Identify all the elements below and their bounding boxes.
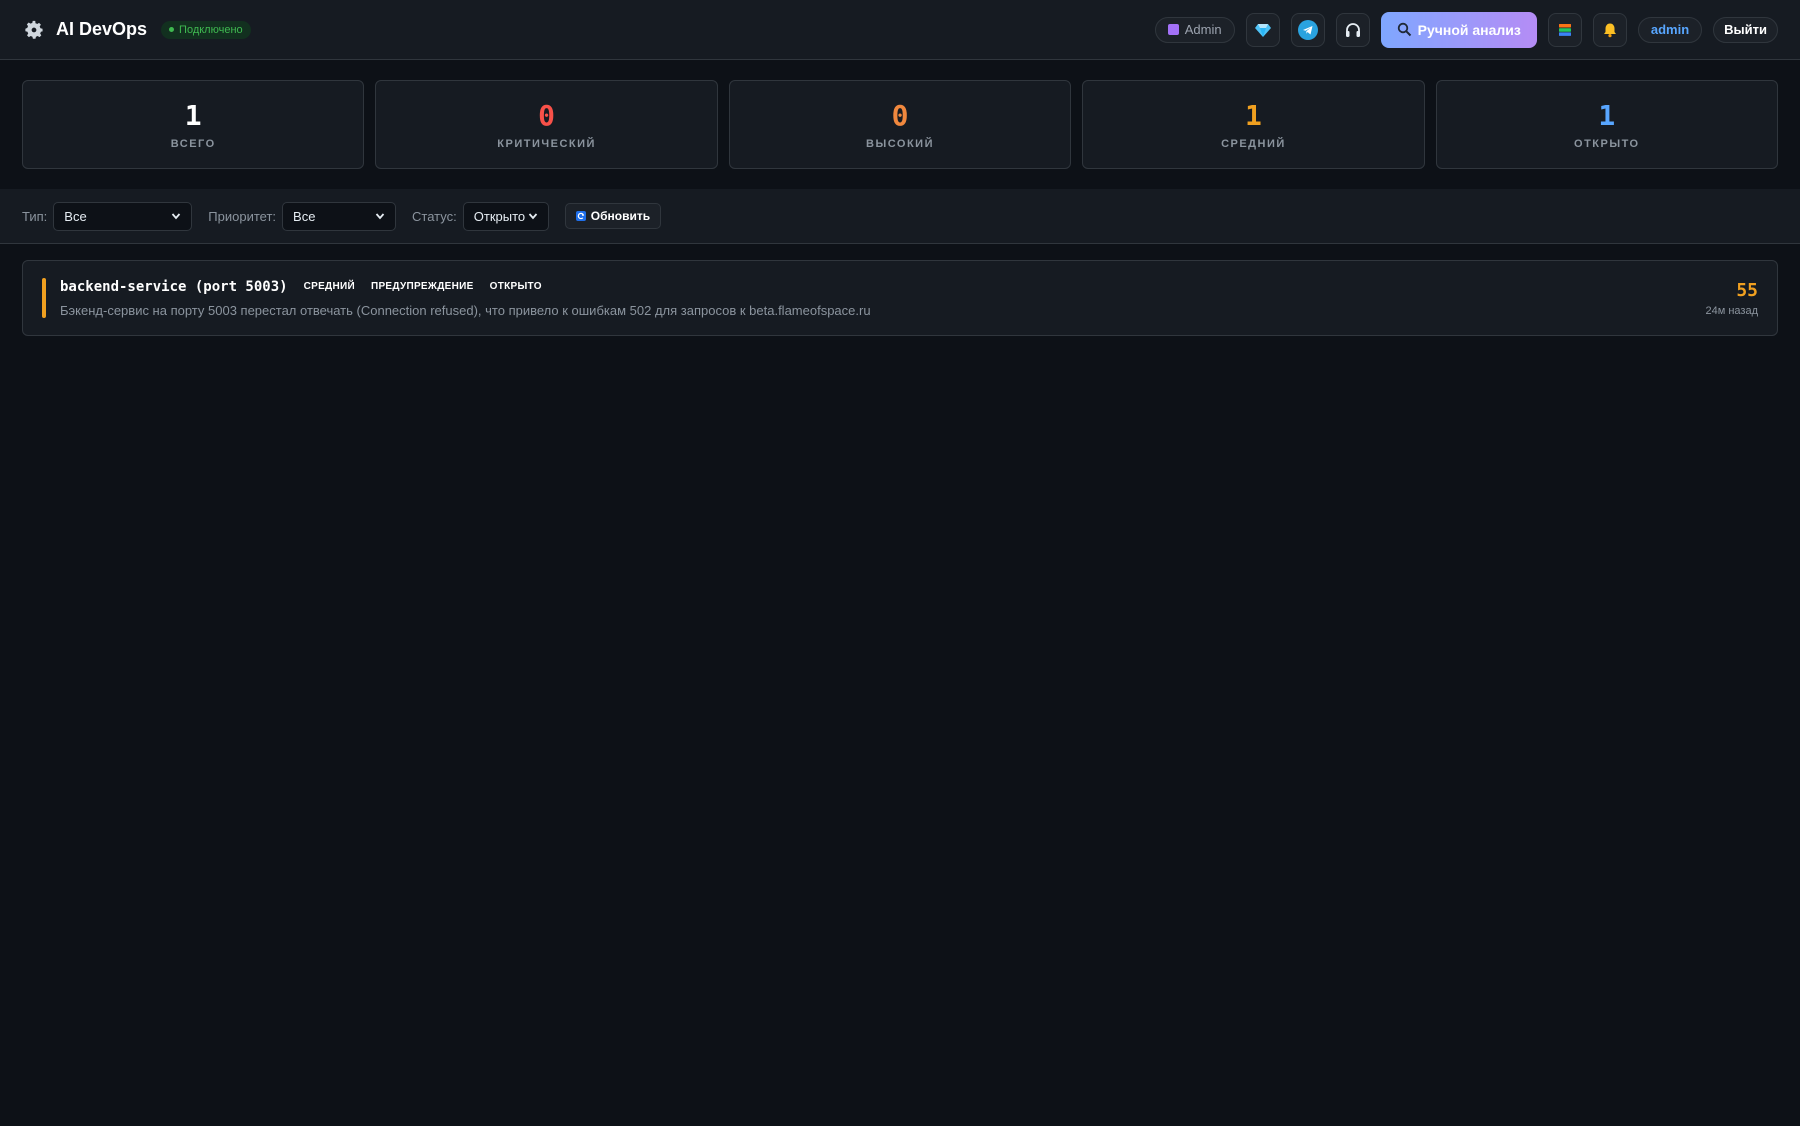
role-label: Admin (1184, 22, 1222, 37)
top-header: AI DevOps Подключено Admin Ручной анализ… (0, 0, 1800, 60)
status-filter-select[interactable]: Открыто (462, 201, 549, 231)
stat-card-high: 0 ВЫСОКИЙ (728, 80, 1072, 169)
stat-card-critical: 0 КРИТИЧЕСКИЙ (375, 80, 718, 169)
type-filter-select[interactable]: Все (53, 201, 193, 231)
status-dot-icon (169, 27, 175, 32)
incident-header: backend-service (port 5003) СРЕДНИЙ ПРЕД… (60, 279, 1705, 295)
status-filter-value: Открыто (473, 208, 526, 224)
role-icon (1167, 24, 1179, 35)
status-tag: ОТКРЫТО (489, 281, 542, 292)
status-filter-label: Статус: (412, 208, 457, 224)
severity-accent-bar (42, 278, 46, 318)
stats-row: 1 ВСЕГО 0 КРИТИЧЕСКИЙ 0 ВЫСОКИЙ 1 СРЕДНИ… (0, 60, 1800, 189)
incident-body: backend-service (port 5003) СРЕДНИЙ ПРЕД… (60, 279, 1705, 318)
incident-title: backend-service (port 5003) (60, 278, 288, 295)
incident-score: 55 (1736, 279, 1758, 301)
stat-value: 1 (1598, 98, 1616, 132)
stat-label: ОТКРЫТО (1574, 137, 1640, 150)
priority-filter-value: Все (293, 208, 316, 224)
chevron-down-icon (172, 213, 181, 220)
chevron-down-icon (375, 213, 385, 220)
incident-description: Бэкенд-сервис на порту 5003 перестал отв… (60, 302, 871, 318)
support-button[interactable] (1335, 12, 1370, 47)
stat-value: 1 (1244, 98, 1262, 132)
type-filter-value: Все (64, 208, 87, 224)
connection-status: Подключено (179, 23, 243, 36)
gem-icon (1254, 23, 1271, 37)
incident-time: 24м назад (1705, 304, 1758, 317)
incident-list: backend-service (port 5003) СРЕДНИЙ ПРЕД… (0, 244, 1800, 352)
stat-value: 1 (184, 98, 202, 132)
stat-card-medium: 1 СРЕДНИЙ (1082, 80, 1425, 169)
user-menu[interactable]: admin (1637, 16, 1703, 43)
severity-tag: СРЕДНИЙ (303, 281, 355, 292)
bell-icon (1603, 23, 1616, 37)
premium-button[interactable] (1245, 12, 1280, 47)
stat-card-open: 1 ОТКРЫТО (1435, 80, 1779, 169)
search-icon (1397, 22, 1411, 37)
chevron-down-icon (528, 213, 537, 220)
gear-icon[interactable] (22, 18, 46, 42)
brand: AI DevOps Подключено (22, 18, 251, 42)
connection-badge: Подключено (161, 20, 251, 39)
telegram-button[interactable] (1290, 12, 1325, 47)
refresh-label: Обновить (590, 209, 651, 223)
incident-meta: 55 24м назад (1705, 280, 1758, 317)
stat-label: ВЫСОКИЙ (866, 137, 934, 150)
type-tag: ПРЕДУПРЕЖДЕНИЕ (370, 281, 474, 292)
stat-value: 0 (891, 98, 909, 132)
telegram-icon (1297, 19, 1318, 40)
docs-button[interactable] (1547, 12, 1582, 47)
stat-value: 0 (538, 98, 556, 132)
incident-row[interactable]: backend-service (port 5003) СРЕДНИЙ ПРЕД… (22, 260, 1778, 336)
stat-label: КРИТИЧЕСКИЙ (497, 137, 596, 150)
manual-analysis-button[interactable]: Ручной анализ (1380, 11, 1537, 48)
notifications-button[interactable] (1592, 12, 1627, 47)
app-title: AI DevOps (56, 19, 148, 39)
priority-filter-label: Приоритет: (208, 208, 277, 224)
refresh-icon (575, 211, 586, 221)
manual-analysis-label: Ручной анализ (1417, 21, 1521, 38)
filter-bar: Тип: Все Приоритет: Все Статус: Открыто … (0, 189, 1800, 244)
stat-label: СРЕДНИЙ (1221, 137, 1286, 150)
logout-button[interactable]: Выйти (1713, 16, 1778, 43)
priority-filter-select[interactable]: Все (282, 201, 397, 231)
type-filter-label: Тип: (22, 208, 48, 224)
stat-label: ВСЕГО (170, 137, 216, 150)
role-badge: Admin (1154, 16, 1235, 43)
headphones-icon (1345, 22, 1360, 37)
books-icon (1558, 23, 1571, 36)
stat-card-total: 1 ВСЕГО (22, 80, 365, 169)
refresh-button[interactable]: Обновить (564, 203, 662, 229)
header-actions: Admin Ручной анализ admin Выйти (1154, 11, 1778, 48)
